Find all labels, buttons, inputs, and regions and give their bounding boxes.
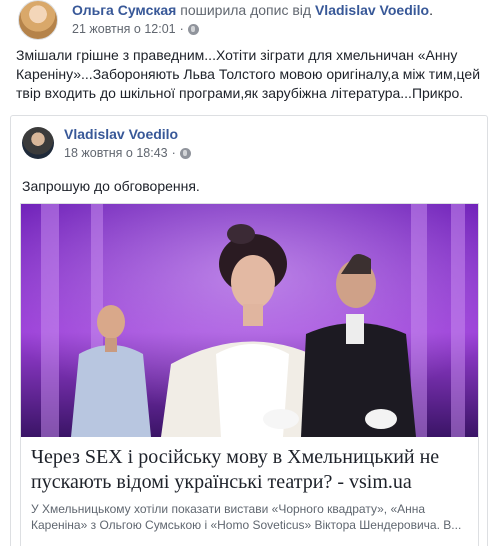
original-post-card: Vladislav Voedilo 18 жовтня о 18:43 · За…: [10, 115, 488, 546]
link-preview[interactable]: Через SEX і російську мову в Хмельницьки…: [20, 203, 479, 546]
post-timestamp[interactable]: 21 жовтня о 12:01: [72, 22, 176, 36]
post-header-line: Ольга Сумская поширила допис від Vladisl…: [72, 2, 433, 18]
meta-separator: ·: [179, 22, 184, 36]
original-author-link[interactable]: Vladislav Voedilo: [315, 2, 429, 18]
original-author-avatar[interactable]: [22, 127, 54, 159]
globe-icon[interactable]: [179, 147, 191, 159]
stage-photo: [21, 204, 478, 437]
author-name-link[interactable]: Ольга Сумская: [72, 2, 176, 18]
share-text: Змішали грішне з праведним...Хотіти зігр…: [16, 47, 481, 101]
original-post-meta: 18 жовтня о 18:43 ·: [64, 146, 191, 160]
post-meta: 21 жовтня о 12:01 ·: [72, 22, 199, 36]
original-post-timestamp[interactable]: 18 жовтня о 18:43: [64, 146, 168, 160]
period: .: [429, 2, 433, 18]
meta-separator: ·: [171, 146, 176, 160]
globe-icon[interactable]: [187, 23, 199, 35]
link-preview-image[interactable]: [21, 204, 478, 437]
link-description: У Хмельницькому хотіли показати вистави …: [31, 502, 462, 532]
link-info[interactable]: Через SEX і російську мову в Хмельницьки…: [21, 437, 478, 546]
author-avatar[interactable]: [18, 0, 58, 40]
share-verb: поширила допис від: [180, 2, 312, 18]
link-title[interactable]: Через SEX і російську мову в Хмельницьки…: [31, 445, 470, 495]
original-post-text: Запрошую до обговорення.: [22, 178, 200, 194]
post-header: Ольга Сумская поширила допис від Vladisl…: [16, 0, 486, 44]
original-author-name[interactable]: Vladislav Voedilo: [64, 126, 178, 142]
shared-post: Ольга Сумская поширила допис від Vladisl…: [0, 0, 500, 546]
